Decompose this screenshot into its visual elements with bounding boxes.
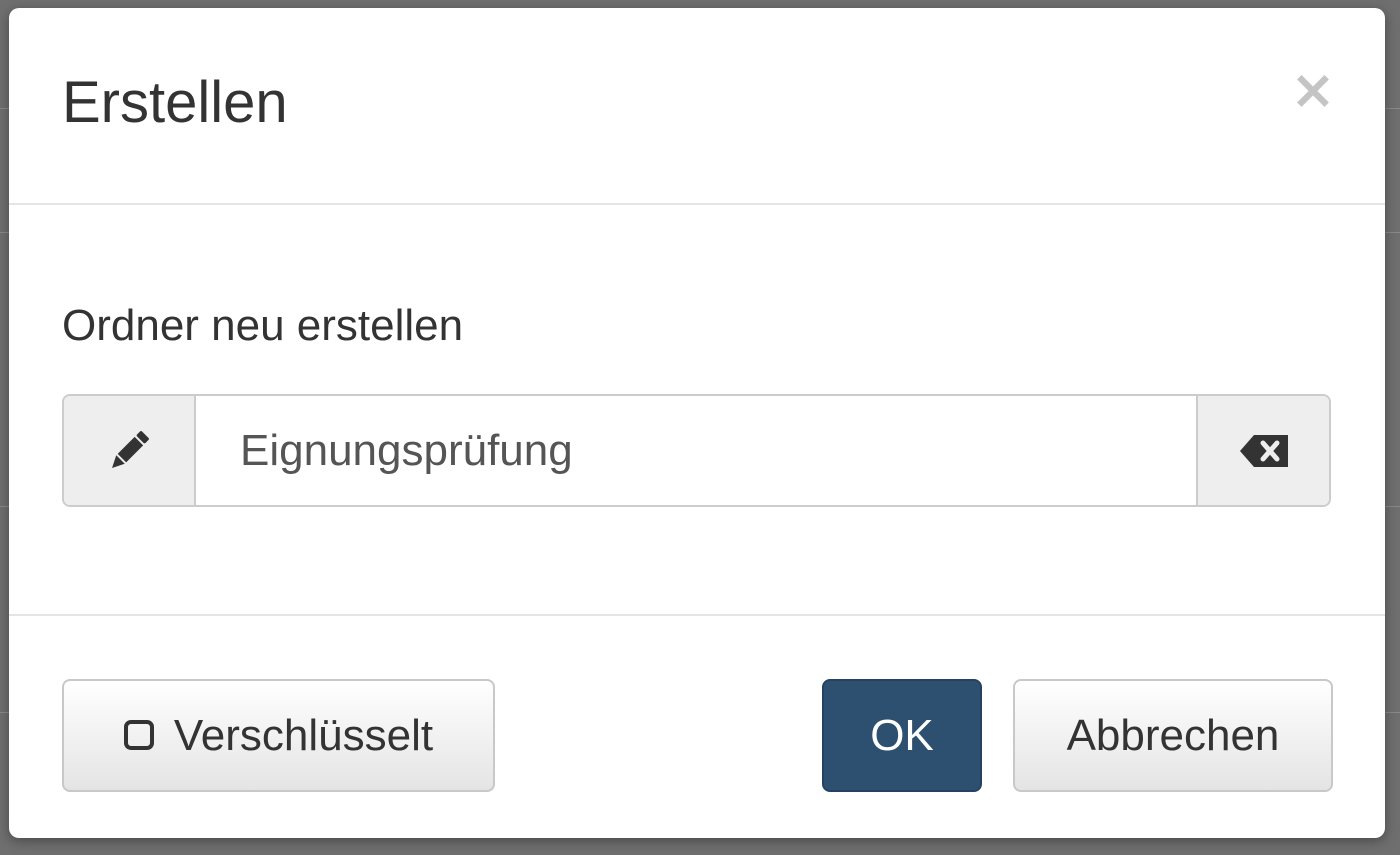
clear-input-icon[interactable] [1196,396,1329,505]
ok-button[interactable]: OK [822,679,982,792]
folder-name-input[interactable] [196,396,1196,505]
dialog-header: Erstellen × [9,8,1385,205]
folder-name-input-group [62,394,1331,507]
dialog-footer: Verschlüsselt OK Abbrechen [9,614,1385,838]
encrypted-label: Verschlüsselt [173,710,434,760]
dialog-title: Erstellen [62,70,288,135]
encrypted-toggle-button[interactable]: Verschlüsselt [62,679,495,792]
close-button[interactable]: × [1287,63,1339,117]
cancel-button[interactable]: Abbrechen [1013,679,1333,792]
create-folder-dialog: Erstellen × Ordner neu erstellen Eignung… [9,8,1385,838]
folder-name-label: Ordner neu erstellen [62,301,464,350]
dialog-body: Ordner neu erstellen [9,205,1385,615]
pencil-icon [64,396,196,505]
checkbox-unchecked-icon [123,719,154,750]
